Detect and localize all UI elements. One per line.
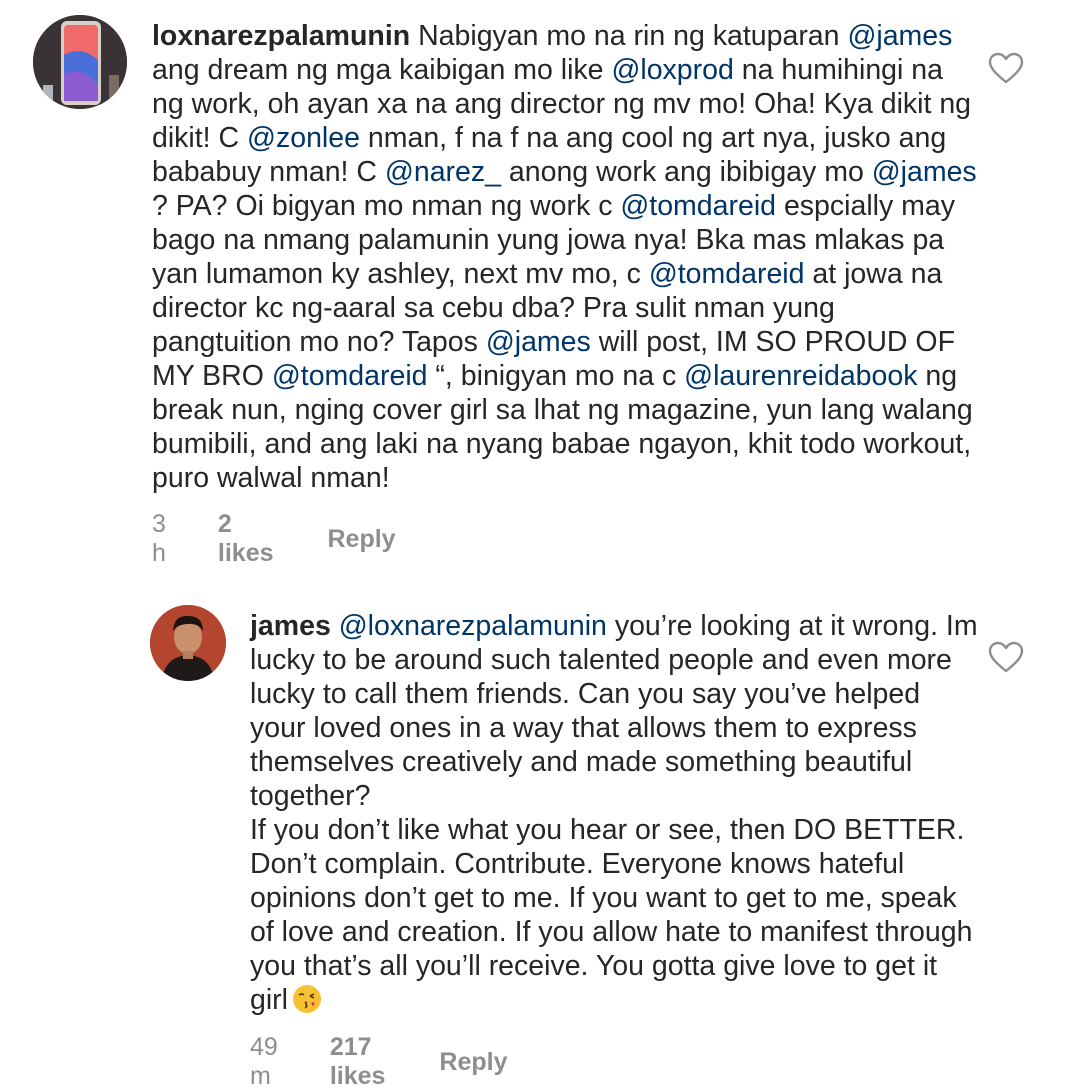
heart-outline-icon[interactable] <box>988 641 1024 673</box>
reply-button[interactable]: Reply <box>439 1048 507 1077</box>
comment-meta: 49 m 217 likes Reply <box>250 1033 508 1091</box>
comment-message: Nabigyan mo na rin ng katuparan @james a… <box>152 20 977 494</box>
message-segment: anong work ang ibibigay mo <box>500 156 872 188</box>
mention-link[interactable]: @james <box>486 326 591 358</box>
comment-likes[interactable]: 217 likes <box>330 1033 386 1091</box>
kissing-face-emoji-icon <box>293 985 322 1013</box>
message-segment: ang dream ng mga kaibigan mo like <box>152 54 612 86</box>
mention-link[interactable]: @james <box>847 20 952 52</box>
mention-link[interactable]: @james <box>872 156 977 188</box>
mention-link[interactable]: @laurenreidabook <box>684 360 917 392</box>
user-avatar[interactable] <box>150 605 226 681</box>
mention-link[interactable]: @tomdareid <box>272 360 428 392</box>
mention-link[interactable]: @loxprod <box>611 54 733 86</box>
message-segment: “, binigyan mo na c <box>427 360 685 392</box>
comment-text: james @loxnarezpalamunin you’re looking … <box>250 609 980 1017</box>
phone-screen-avatar-icon <box>33 15 127 109</box>
user-avatar[interactable] <box>33 15 127 109</box>
message-segment: ? PA? Oi bigyan mo nman ng work c <box>152 190 621 222</box>
comment-meta: 3 h 2 likes Reply <box>152 510 396 568</box>
comment-username[interactable]: james <box>250 610 331 642</box>
reply-button[interactable]: Reply <box>328 525 396 554</box>
message-segment: Nabigyan mo na rin ng katuparan <box>418 20 848 52</box>
heart-outline-icon[interactable] <box>988 52 1024 84</box>
comment-time: 3 h <box>152 510 166 567</box>
comment-time: 49 m <box>250 1033 278 1090</box>
message-segment: If you don’t like what you hear or see, … <box>250 814 973 1016</box>
mention-link[interactable]: @tomdareid <box>649 258 805 290</box>
mention-link[interactable]: @tomdareid <box>620 190 776 222</box>
profile-photo-avatar-icon <box>150 605 226 681</box>
comment-username[interactable]: loxnarezpalamunin <box>152 20 410 52</box>
comment-likes[interactable]: 2 likes <box>218 510 274 568</box>
mention-link[interactable]: @loxnarezpalamunin <box>339 610 607 642</box>
mention-link[interactable]: @zonlee <box>247 122 360 154</box>
comment-message: @loxnarezpalamunin you’re looking at it … <box>250 610 978 1016</box>
mention-link[interactable]: @narez_ <box>385 156 501 188</box>
comment-text: loxnarezpalamunin Nabigyan mo na rin ng … <box>152 19 982 495</box>
